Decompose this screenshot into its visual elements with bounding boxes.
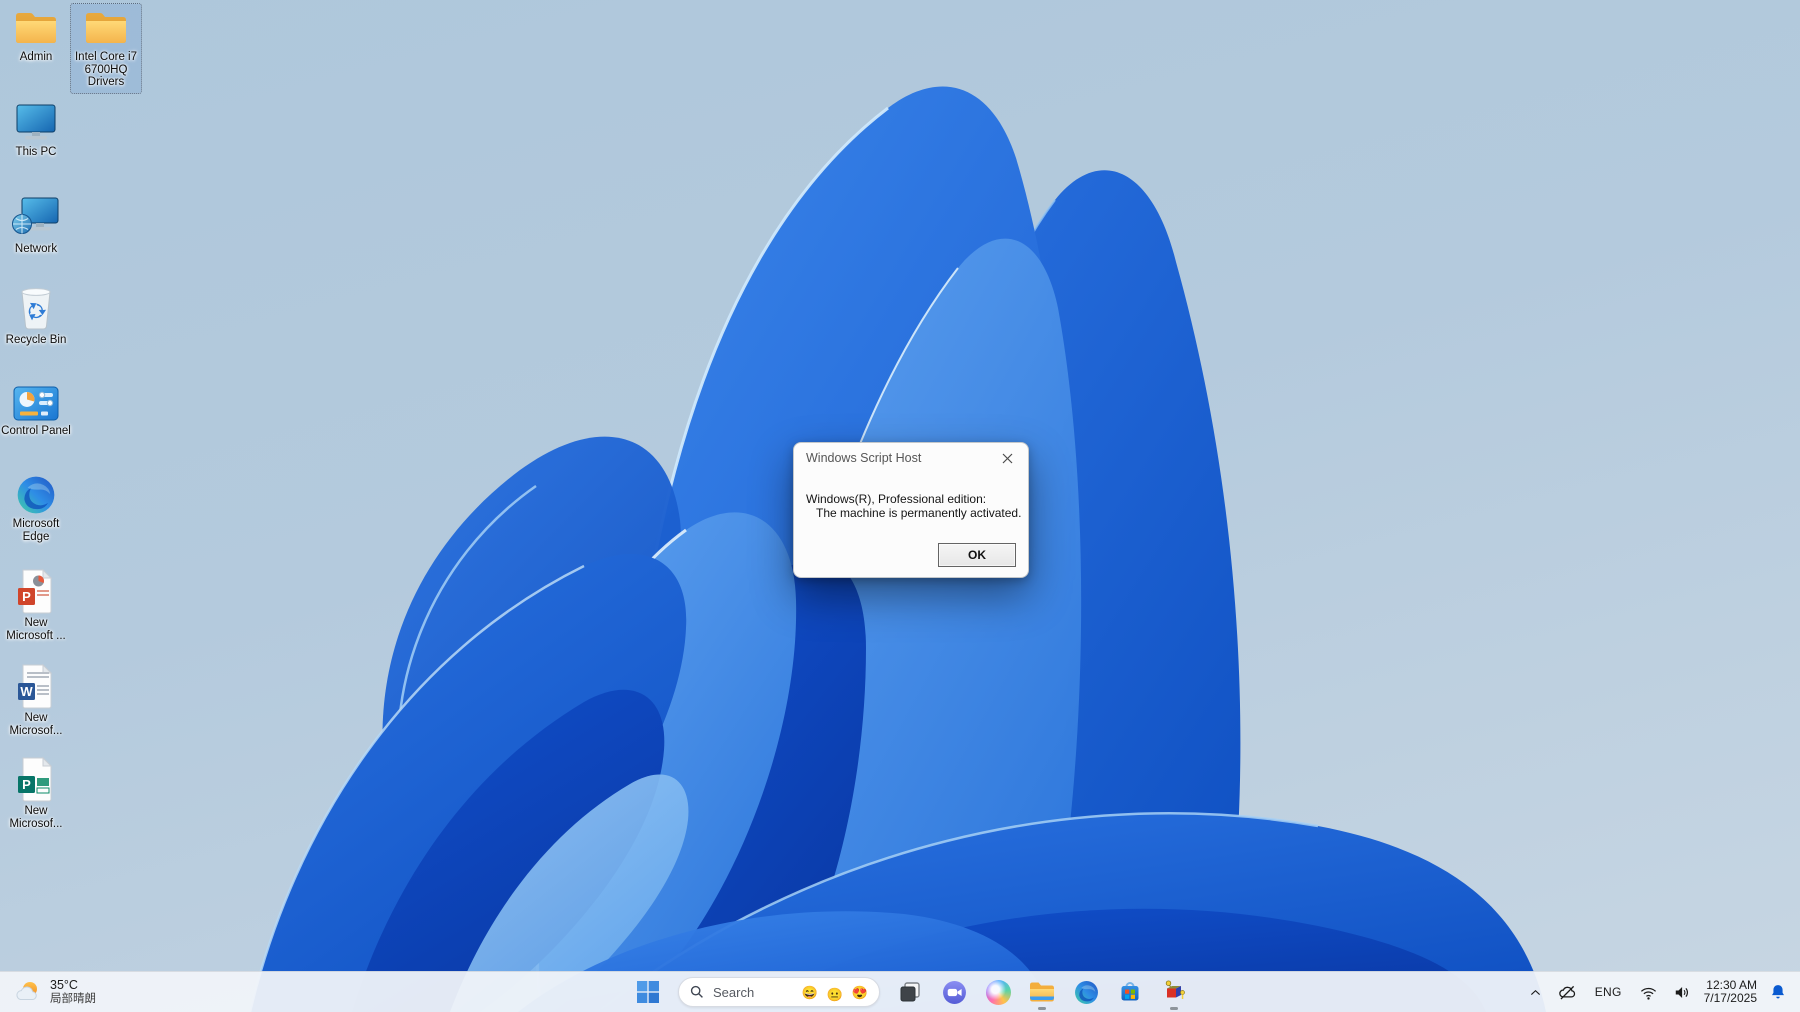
powerpoint-file-icon: P: [18, 568, 53, 614]
desktop-icon-label: Network: [14, 243, 58, 255]
language-indicator[interactable]: ENG: [1590, 977, 1627, 1007]
notifications-button[interactable]: [1766, 977, 1790, 1007]
windows-script-host-dialog: Windows Script Host Windows(R), Professi…: [793, 442, 1029, 578]
desktop-icon-label: This PC: [15, 146, 57, 158]
publisher-file-icon: P: [18, 756, 53, 802]
network-status-button[interactable]: [1636, 977, 1661, 1007]
tray-time: 12:30 AM: [1706, 977, 1757, 992]
file-explorer-icon: [1030, 982, 1054, 1002]
bell-icon: [1772, 985, 1784, 999]
dialog-message-line2: The machine is permanently activated.: [816, 505, 1022, 520]
dialog-titlebar[interactable]: Windows Script Host: [794, 443, 1028, 473]
svg-text:P: P: [22, 589, 31, 604]
desktop-icon-label: New Microsoft ...: [6, 617, 66, 642]
weather-condition: 局部晴朗: [50, 993, 96, 1005]
search-icon: [690, 985, 703, 998]
weather-widget[interactable]: 35°C 局部晴朗: [4, 972, 106, 1012]
desktop-icon-new-publisher[interactable]: P New Microsof...: [1, 754, 71, 830]
desktop-icon-control-panel[interactable]: Control Panel: [1, 384, 71, 438]
weather-temperature: 35°C: [50, 978, 78, 992]
hidden-icons-button[interactable]: [1526, 977, 1545, 1007]
dialog-message-line1: Windows(R), Professional edition:: [806, 492, 987, 506]
dialog-title: Windows Script Host: [806, 451, 922, 465]
recycle-bin-icon: [21, 288, 51, 330]
taskbar-app-microsoft-store[interactable]: [1110, 972, 1150, 1012]
taskbar-app-file-explorer[interactable]: [1022, 972, 1062, 1012]
desktop-icon-admin[interactable]: Admin: [1, 6, 71, 64]
wifi-icon: [1640, 987, 1656, 1000]
taskbar: 35°C 局部晴朗 Search 😄 😐 😍 ENG 12:30 AM 7/17…: [0, 971, 1800, 1012]
computer-icon: [16, 104, 56, 140]
taskbar-app-copilot[interactable]: [978, 972, 1018, 1012]
desktop-icon-new-word[interactable]: W New Microsof...: [1, 661, 71, 737]
red-cube-key-icon: [1165, 980, 1185, 999]
network-icon: [12, 197, 59, 234]
onedrive-status-button[interactable]: [1554, 977, 1581, 1007]
start-button[interactable]: [628, 972, 668, 1012]
emoji-grinning-icon: 😄: [801, 984, 818, 1000]
search-placeholder: Search: [713, 984, 755, 1000]
desktop-icon-microsoft-edge[interactable]: Microsoft Edge: [1, 473, 71, 543]
running-indicator: [1038, 1007, 1046, 1010]
microsoft-store-icon: [1121, 982, 1139, 1001]
desktop-icon-recycle-bin[interactable]: Recycle Bin: [1, 283, 71, 347]
windows-desktop: Admin Intel Core i7 6700HQ Drivers This …: [0, 0, 1800, 1012]
desktop-icon-label: Intel Core i7 6700HQ Drivers: [74, 51, 137, 88]
taskbar-app-edge[interactable]: [1066, 972, 1106, 1012]
tray-date: 7/17/2025: [1703, 991, 1757, 1005]
desktop-icon-network[interactable]: Network: [1, 194, 71, 256]
clock[interactable]: 12:30 AM 7/17/2025: [1703, 977, 1757, 1006]
desktop-icon-intel-drivers[interactable]: Intel Core i7 6700HQ Drivers: [70, 3, 142, 94]
taskbar-app-activation-tool[interactable]: [1154, 972, 1194, 1012]
desktop-icon-new-powerpoint[interactable]: P New Microsoft ...: [1, 566, 71, 642]
desktop-icon-label: New Microsof...: [9, 712, 63, 737]
emoji-neutral-icon: 😐: [826, 986, 843, 1002]
desktop-icon-label: Admin: [19, 51, 53, 63]
search-box[interactable]: Search 😄 😐 😍: [678, 977, 880, 1007]
taskbar-app-chat[interactable]: [934, 972, 974, 1012]
svg-text:P: P: [22, 777, 31, 792]
sun-cloud-icon: [16, 982, 37, 1000]
emoji-heart-eyes-icon: 😍: [851, 984, 868, 1000]
word-file-icon: W: [18, 663, 53, 709]
control-panel-icon: [13, 386, 59, 421]
desktop-icon-label: New Microsof...: [9, 805, 63, 830]
close-icon[interactable]: [998, 449, 1016, 467]
chat-icon: [942, 980, 966, 1004]
windows-start-icon: [637, 981, 659, 1003]
desktop-icon-this-pc[interactable]: This PC: [1, 101, 71, 159]
chevron-up-icon: [1530, 989, 1540, 995]
ok-button[interactable]: OK: [938, 543, 1016, 567]
desktop-icon-label: Recycle Bin: [5, 334, 67, 346]
task-view-icon: [900, 982, 920, 1002]
folder-icon: [16, 13, 56, 43]
copilot-icon: [985, 979, 1011, 1005]
desktop-icon-label: Microsoft Edge: [12, 518, 60, 543]
volume-button[interactable]: [1670, 977, 1695, 1007]
taskbar-app-task-view[interactable]: [890, 972, 930, 1012]
cloud-off-icon: [1558, 985, 1575, 1000]
running-indicator: [1170, 1007, 1178, 1010]
dialog-message: Windows(R), Professional edition: The ma…: [806, 492, 1022, 520]
edge-icon: [17, 476, 55, 514]
speaker-icon: [1675, 986, 1688, 998]
folder-icon: [86, 13, 126, 43]
desktop-icon-label: Control Panel: [1, 425, 71, 437]
svg-text:W: W: [20, 684, 33, 699]
edge-icon: [1074, 980, 1098, 1004]
